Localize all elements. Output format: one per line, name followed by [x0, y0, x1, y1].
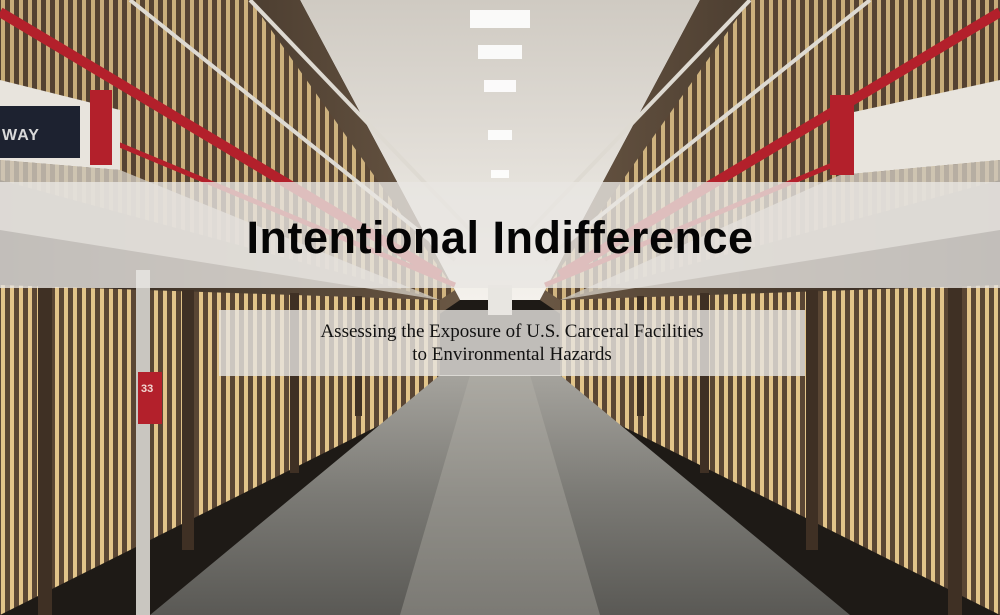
cell-number: 33 [141, 383, 153, 395]
prison-corridor-photo: WAY 33 [0, 0, 1000, 615]
cover-image: WAY 33 Intentional Indifference Assessin… [0, 0, 1000, 615]
subtitle-box: Assessing the Exposure of U.S. Carceral … [219, 310, 805, 376]
title-band: Intentional Indifference [0, 182, 1000, 288]
sign-text: WAY [2, 127, 40, 144]
subtitle-line-1: Assessing the Exposure of U.S. Carceral … [320, 321, 704, 342]
report-title: Intentional Indifference [246, 212, 754, 263]
subtitle-line-2: to Environmental Hazards [412, 344, 612, 365]
